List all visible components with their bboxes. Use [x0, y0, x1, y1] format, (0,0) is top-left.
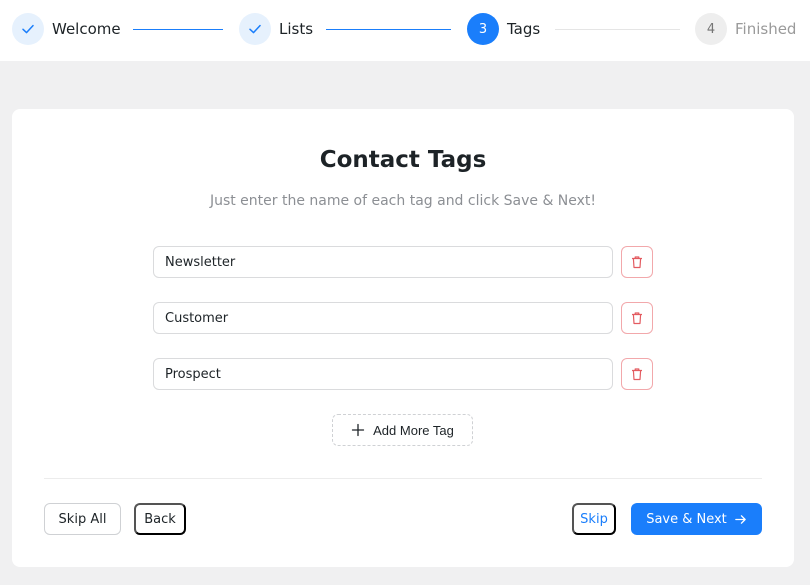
step-finished-label: Finished: [735, 20, 797, 38]
add-more-tag-button[interactable]: Add More Tag: [332, 414, 473, 446]
step-connector: [326, 29, 451, 30]
trash-icon: [632, 368, 642, 381]
tag-name-input[interactable]: [153, 302, 613, 334]
step-lists-label: Lists: [279, 20, 314, 38]
remove-tag-button[interactable]: [621, 302, 653, 334]
footer-divider: [44, 478, 762, 479]
remove-tag-button[interactable]: [621, 246, 653, 278]
step-lists: Lists: [239, 13, 313, 45]
step-connector: [133, 29, 223, 30]
tag-name-input[interactable]: [153, 246, 613, 278]
trash-icon: [632, 256, 642, 269]
tag-row: [153, 246, 653, 278]
step-finished: 4 Finished: [695, 13, 796, 45]
step-lists-indicator: [239, 13, 271, 45]
arrow-right-icon: [735, 514, 746, 524]
back-button[interactable]: Back: [134, 503, 186, 535]
skip-all-button[interactable]: Skip All: [44, 503, 121, 535]
step-connector: [555, 29, 680, 30]
step-welcome-label: Welcome: [52, 20, 121, 38]
remove-tag-button[interactable]: [621, 358, 653, 390]
check-icon: [22, 24, 34, 34]
setup-stepper: Welcome Lists 3 Tags 4 Finished: [0, 0, 810, 61]
add-more-tag-label: Add More Tag: [373, 422, 454, 438]
contact-tags-card: Contact Tags Just enter the name of each…: [12, 109, 794, 567]
step-tags: 3 Tags: [467, 13, 540, 45]
step-tags-label: Tags: [507, 20, 541, 38]
tag-row: [153, 358, 653, 390]
tag-name-input[interactable]: [153, 358, 613, 390]
page-title: Contact Tags: [319, 147, 487, 173]
step-tags-indicator: 3: [467, 13, 499, 45]
plus-icon: [351, 423, 365, 437]
save-next-button[interactable]: Save & Next: [631, 503, 762, 535]
check-icon: [249, 24, 261, 34]
step-welcome: Welcome: [12, 13, 121, 45]
trash-icon: [632, 312, 642, 325]
tag-row: [153, 302, 653, 334]
skip-button[interactable]: Skip: [572, 503, 616, 535]
page-subtitle: Just enter the name of each tag and clic…: [209, 193, 597, 209]
save-next-label: Save & Next: [646, 511, 727, 527]
step-finished-indicator: 4: [695, 13, 727, 45]
step-welcome-indicator: [12, 13, 44, 45]
